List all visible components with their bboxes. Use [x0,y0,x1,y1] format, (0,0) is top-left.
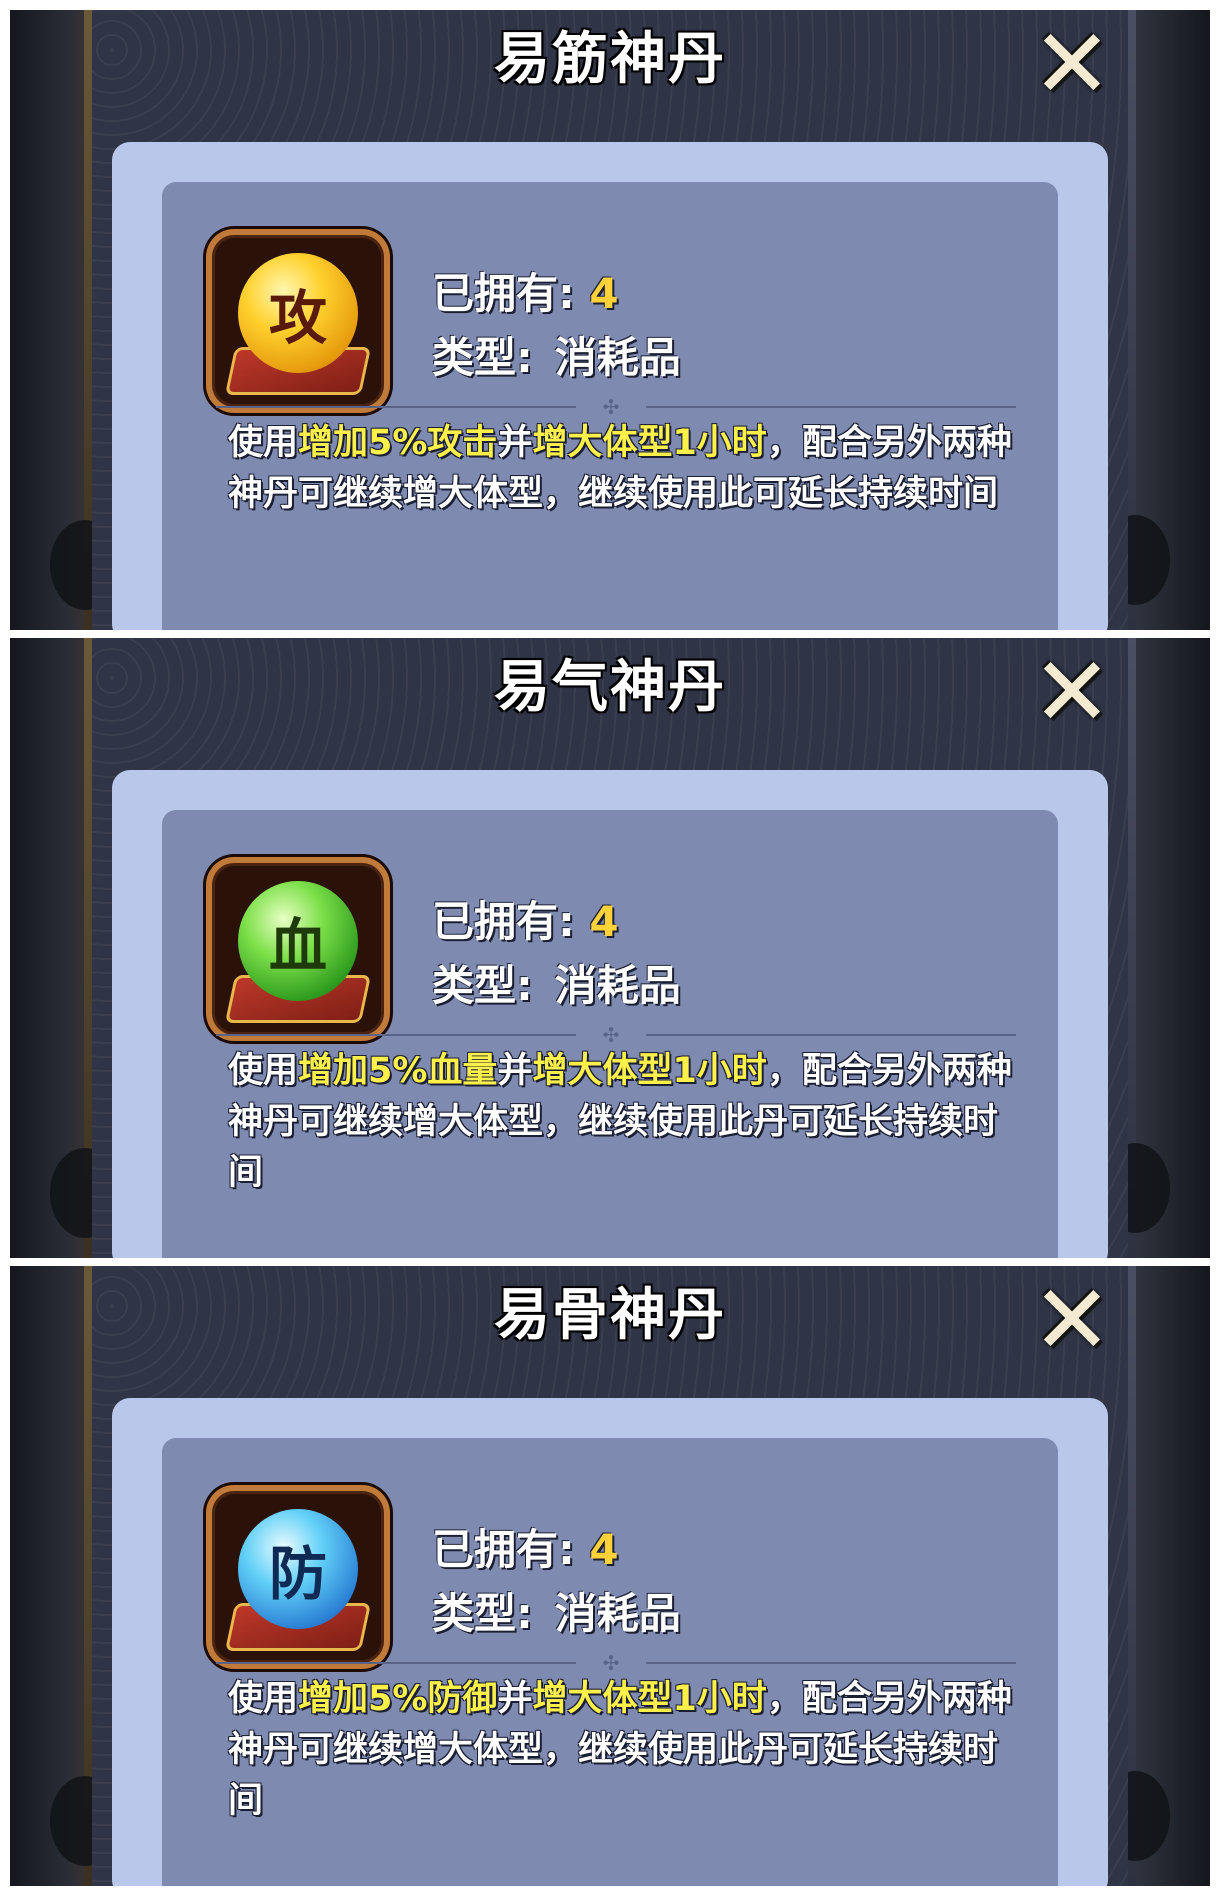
owned-row: 已拥有: 4 [432,262,681,326]
orb: 攻 [238,253,358,373]
dialog-title: 易骨神丹 [494,1283,726,1348]
desc-prefix: 使用 [228,1679,299,1719]
desc-highlight: 增大体型1小时 [532,423,767,463]
card-outer: 攻 已拥有: 4 类型: 消耗品 ✣ 使用增加5%攻击并增大体型1小时，配合另外两… [112,142,1108,630]
card-inner: 血 已拥有: 4 类型: 消耗品 ✣ 使用增加5%血量并增大体型1小时，配合另外两… [162,810,1058,1258]
type-row: 类型: 消耗品 [432,1582,681,1646]
owned-label: 已拥有: [432,1525,575,1574]
desc-prefix: 使用 [228,423,299,463]
type-row: 类型: 消耗品 [432,954,681,1018]
owned-row: 已拥有: 4 [432,1518,681,1582]
desc-highlight: 增加5%血量 [298,1051,498,1091]
desc-highlight: 增大体型1小时 [532,1051,767,1091]
owned-label: 已拥有: [432,269,575,318]
card-outer: 血 已拥有: 4 类型: 消耗品 ✣ 使用增加5%血量并增大体型1小时，配合另外两… [112,770,1108,1258]
item-panel-yigu: 易骨神丹 ✕ 防 已拥有: 4 类型: 消耗品 ✣ 使用增加5%防御并增大体型1… [10,1266,1210,1886]
orb: 防 [238,1509,358,1629]
type-label: 类型: [432,333,533,382]
diamond-icon: ✣ [602,1023,620,1047]
item-dialog: 易筋神丹 ✕ 攻 已拥有: 4 类型: 消耗品 ✣ 使用增加5%攻击并增大体型1… [92,10,1128,630]
item-dialog: 易气神丹 ✕ 血 已拥有: 4 类型: 消耗品 ✣ 使用增加5%血量并增大体型1… [92,638,1128,1258]
item-panel-yiqi: 易气神丹 ✕ 血 已拥有: 4 类型: 消耗品 ✣ 使用增加5%血量并增大体型1… [10,638,1210,1258]
desc-highlight: 增大体型1小时 [532,1679,767,1719]
item-panel-yijin: 易筋神丹 ✕ 攻 已拥有: 4 类型: 消耗品 ✣ 使用增加5%攻击并增大体型1… [10,10,1210,630]
desc-highlight: 增加5%防御 [298,1679,498,1719]
type-value: 消耗品 [554,1589,681,1638]
card-inner: 防 已拥有: 4 类型: 消耗品 ✣ 使用增加5%防御并增大体型1小时，配合另外两… [162,1438,1058,1886]
type-row: 类型: 消耗品 [432,326,681,390]
diamond-icon: ✣ [602,395,620,419]
owned-label: 已拥有: [432,897,575,946]
dialog-title: 易筋神丹 [494,27,726,92]
divider: ✣ [216,1025,1016,1045]
item-description: 使用增加5%攻击并增大体型1小时，配合另外两种神丹可继续增大体型，继续使用此可延… [228,418,1028,520]
desc-highlight: 增加5%攻击 [298,423,498,463]
item-description: 使用增加5%血量并增大体型1小时，配合另外两种神丹可继续增大体型，继续使用此丹可… [228,1046,1028,1199]
attack-pill-icon: 攻 [206,229,390,413]
divider: ✣ [216,397,1016,417]
owned-value: 4 [589,269,619,318]
owned-value: 4 [589,1525,619,1574]
orb: 血 [238,881,358,1001]
type-label: 类型: [432,1589,533,1638]
close-icon[interactable]: ✕ [1024,16,1120,112]
close-icon[interactable]: ✕ [1024,644,1120,740]
divider: ✣ [216,1653,1016,1673]
type-label: 类型: [432,961,533,1010]
type-value: 消耗品 [554,333,681,382]
item-info: 已拥有: 4 类型: 消耗品 [432,890,681,1018]
item-info: 已拥有: 4 类型: 消耗品 [432,1518,681,1646]
dialog-title: 易气神丹 [494,655,726,720]
owned-value: 4 [589,897,619,946]
item-description: 使用增加5%防御并增大体型1小时，配合另外两种神丹可继续增大体型，继续使用此丹可… [228,1674,1028,1827]
card-inner: 攻 已拥有: 4 类型: 消耗品 ✣ 使用增加5%攻击并增大体型1小时，配合另外两… [162,182,1058,630]
card-outer: 防 已拥有: 4 类型: 消耗品 ✣ 使用增加5%防御并增大体型1小时，配合另外两… [112,1398,1108,1886]
blood-pill-icon: 血 [206,857,390,1041]
type-value: 消耗品 [554,961,681,1010]
owned-row: 已拥有: 4 [432,890,681,954]
desc-mid: 并 [497,423,533,463]
desc-prefix: 使用 [228,1051,299,1091]
item-dialog: 易骨神丹 ✕ 防 已拥有: 4 类型: 消耗品 ✣ 使用增加5%防御并增大体型1… [92,1266,1128,1886]
desc-mid: 并 [497,1679,533,1719]
item-info: 已拥有: 4 类型: 消耗品 [432,262,681,390]
diamond-icon: ✣ [602,1651,620,1675]
close-icon[interactable]: ✕ [1024,1272,1120,1368]
defense-pill-icon: 防 [206,1485,390,1669]
desc-mid: 并 [497,1051,533,1091]
